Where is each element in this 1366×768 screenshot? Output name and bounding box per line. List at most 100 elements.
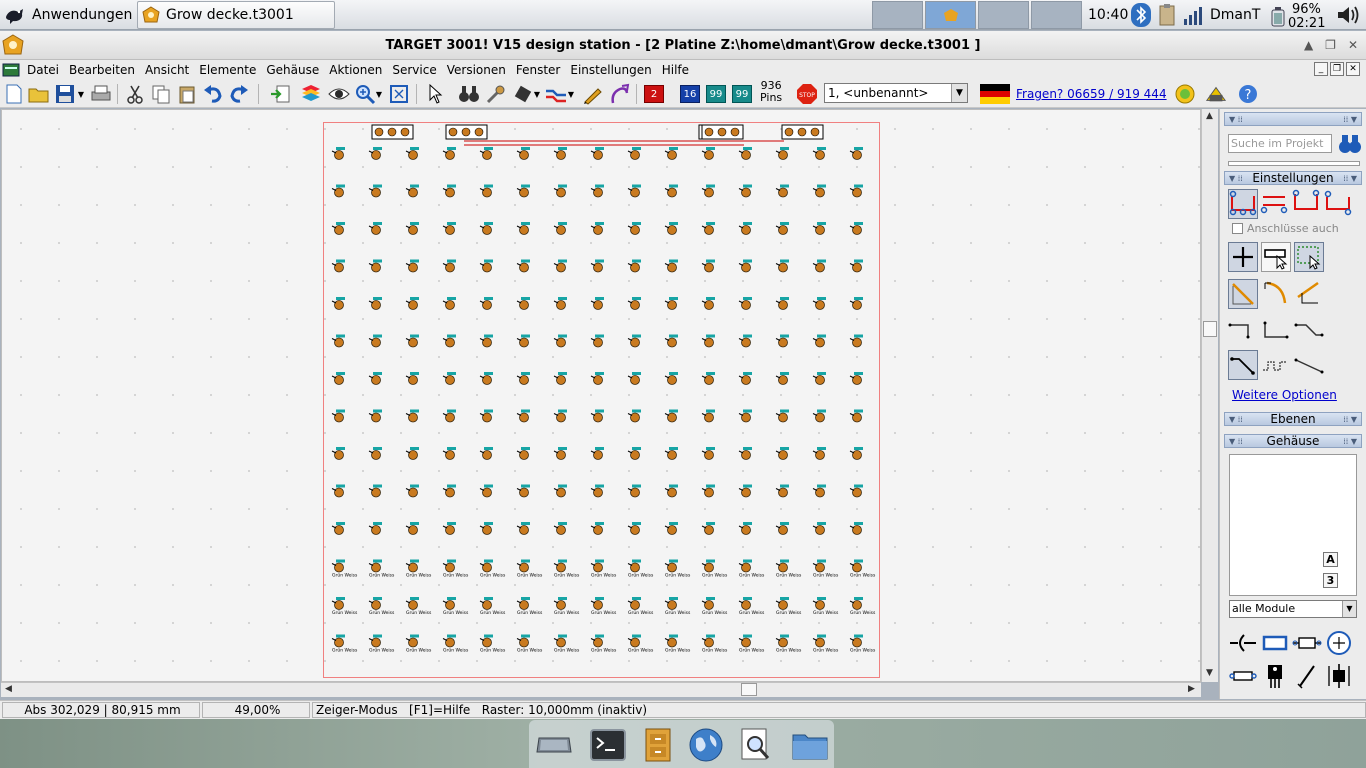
route-bend-l-icon[interactable]: [1261, 319, 1291, 349]
ebenen-panel-header[interactable]: ▼ ⁞⁞ Ebenen ⁞⁞ ▼: [1224, 412, 1362, 426]
search-files-icon[interactable]: [737, 726, 775, 764]
capacitor-radial-icon[interactable]: [1324, 662, 1354, 692]
window-maximize-icon[interactable]: ❐: [1325, 38, 1336, 52]
sheet-select[interactable]: 1, <unbenannt> ▼: [824, 83, 968, 103]
hotline-link[interactable]: Fragen? 06659 / 919 444: [1016, 87, 1167, 101]
einstellungen-panel-header[interactable]: ▼ ⁞⁞ Einstellungen ⁞⁞ ▼: [1224, 171, 1362, 185]
bluetooth-icon[interactable]: [1130, 3, 1152, 27]
folder-icon[interactable]: [791, 726, 829, 764]
workspace-4[interactable]: [1031, 1, 1082, 29]
horizontal-scroll-thumb[interactable]: [741, 683, 757, 696]
move-tool-button[interactable]: [1261, 242, 1291, 272]
clock[interactable]: 10:40: [1088, 7, 1128, 23]
menu-elemente[interactable]: Elemente: [194, 63, 261, 77]
user-menu[interactable]: DmanT: [1210, 7, 1260, 23]
gehaeuse-panel-header[interactable]: ▼ ⁞⁞ Gehäuse ⁞⁞ ▼: [1224, 434, 1362, 448]
menu-ansicht[interactable]: Ansicht: [140, 63, 194, 77]
menu-aktionen[interactable]: Aktionen: [324, 63, 387, 77]
show-desktop-icon[interactable]: [535, 726, 573, 764]
new-file-icon[interactable]: [3, 83, 25, 105]
scroll-up-icon[interactable]: ▲: [1206, 111, 1213, 121]
menu-versionen[interactable]: Versionen: [442, 63, 511, 77]
route-bend-diag-icon[interactable]: [1294, 319, 1324, 349]
document-minimize-icon[interactable]: _: [1314, 62, 1328, 76]
track-dropdown-icon[interactable]: ▼: [566, 83, 576, 105]
battery-indicator[interactable]: 96% 02:21: [1268, 2, 1332, 31]
german-flag-icon[interactable]: [980, 83, 1010, 105]
menu-bearbeiten[interactable]: Bearbeiten: [64, 63, 140, 77]
applications-menu-button[interactable]: Anwendungen: [4, 3, 132, 27]
scroll-down-icon[interactable]: ▼: [1206, 668, 1213, 678]
layer-badge-2[interactable]: 2: [643, 83, 665, 105]
binoculars-search-icon[interactable]: [1338, 133, 1362, 155]
workspace-2[interactable]: [925, 1, 976, 29]
undo-icon[interactable]: [202, 83, 224, 105]
crosshair-mode-button[interactable]: [1228, 242, 1258, 272]
project-search-input[interactable]: Suche im Projekt: [1228, 134, 1332, 153]
print-icon[interactable]: [90, 83, 112, 105]
document-window-icon[interactable]: [2, 63, 20, 77]
select-all-pins-button[interactable]: [1228, 189, 1258, 219]
zoom-icon[interactable]: [354, 83, 376, 105]
zoom-dropdown-icon[interactable]: ▼: [374, 83, 384, 105]
pcb-canvas[interactable]: Grün Weiss Grün Weiss Grün Weiss Grün Weiss…: [1, 109, 1201, 682]
vertical-scroll-thumb[interactable]: [1203, 321, 1217, 337]
pin-option-4-icon[interactable]: [1324, 189, 1354, 219]
find-binoculars-icon[interactable]: [458, 83, 480, 105]
view-eye-icon[interactable]: [328, 83, 350, 105]
document-close-icon[interactable]: ✕: [1346, 62, 1360, 76]
signal-probe-icon[interactable]: [608, 83, 630, 105]
resistor-package-icon[interactable]: [1260, 629, 1290, 659]
preview-3d-button[interactable]: 3: [1323, 573, 1338, 588]
track-route-icon[interactable]: [545, 83, 567, 105]
save-dropdown-icon[interactable]: ▼: [76, 83, 86, 105]
import-icon[interactable]: [270, 83, 292, 105]
transistor-package-icon[interactable]: [1260, 662, 1290, 692]
open-folder-icon[interactable]: [28, 83, 50, 105]
menu-fenster[interactable]: Fenster: [511, 63, 566, 77]
layer-badge-99-a[interactable]: 99: [705, 83, 727, 105]
draw-pen-icon[interactable]: [582, 83, 604, 105]
angle-arc-icon[interactable]: [1261, 279, 1291, 309]
window-titlebar[interactable]: TARGET 3001! V15 design station - [2 Pla…: [0, 31, 1366, 60]
anschluesse-checkbox-row[interactable]: Anschlüsse auch: [1232, 222, 1339, 235]
document-restore-icon[interactable]: ❐: [1330, 62, 1344, 76]
route-straight-icon[interactable]: [1294, 354, 1324, 384]
vertical-scrollbar[interactable]: ▲ ▼: [1201, 109, 1218, 682]
search-panel-header[interactable]: ▼ ⁞⁞ ⁞⁞ ▼: [1224, 112, 1362, 126]
preview-text-button[interactable]: A: [1323, 552, 1338, 567]
save-disk-icon[interactable]: [54, 83, 76, 105]
window-close-icon[interactable]: ✕: [1348, 38, 1358, 52]
axial-component-icon[interactable]: [1292, 629, 1322, 659]
help-icon[interactable]: ?: [1237, 83, 1259, 105]
menu-datei[interactable]: Datei: [22, 63, 64, 77]
pin-option-2-icon[interactable]: [1260, 189, 1290, 219]
calculator-icon[interactable]: [1205, 83, 1227, 105]
smd-component-icon[interactable]: [1228, 662, 1258, 692]
layers-icon[interactable]: [300, 83, 322, 105]
switch-diagonal-icon[interactable]: [1292, 662, 1322, 692]
redo-icon[interactable]: [228, 83, 250, 105]
menu-gehaeuse[interactable]: Gehäuse: [261, 63, 324, 77]
paste-icon[interactable]: [176, 83, 198, 105]
weitere-optionen-link[interactable]: Weitere Optionen: [1232, 388, 1337, 402]
route-zigzag-icon[interactable]: [1261, 354, 1291, 384]
network-signal-icon[interactable]: [1182, 3, 1204, 27]
component-chip-icon[interactable]: [512, 83, 534, 105]
area-select-button[interactable]: [1294, 242, 1324, 272]
web-browser-globe-icon[interactable]: [687, 726, 725, 764]
scroll-right-icon[interactable]: ▶: [1188, 684, 1195, 694]
round-package-icon[interactable]: [1324, 629, 1354, 659]
connector-symbol-icon[interactable]: [1228, 629, 1258, 659]
clipboard-icon[interactable]: [1156, 3, 1178, 27]
menu-hilfe[interactable]: Hilfe: [657, 63, 694, 77]
cut-scissors-icon[interactable]: [124, 83, 146, 105]
volume-icon[interactable]: [1336, 4, 1360, 26]
workspace-1[interactable]: [872, 1, 923, 29]
coin-icon[interactable]: [1174, 83, 1196, 105]
taskbar-window-button[interactable]: Grow decke.t3001: [137, 1, 335, 29]
layer-badge-16[interactable]: 16: [679, 83, 701, 105]
module-filter-select[interactable]: alle Module ▼: [1229, 600, 1357, 618]
workspace-3[interactable]: [978, 1, 1029, 29]
stop-button[interactable]: STOP: [796, 83, 818, 105]
